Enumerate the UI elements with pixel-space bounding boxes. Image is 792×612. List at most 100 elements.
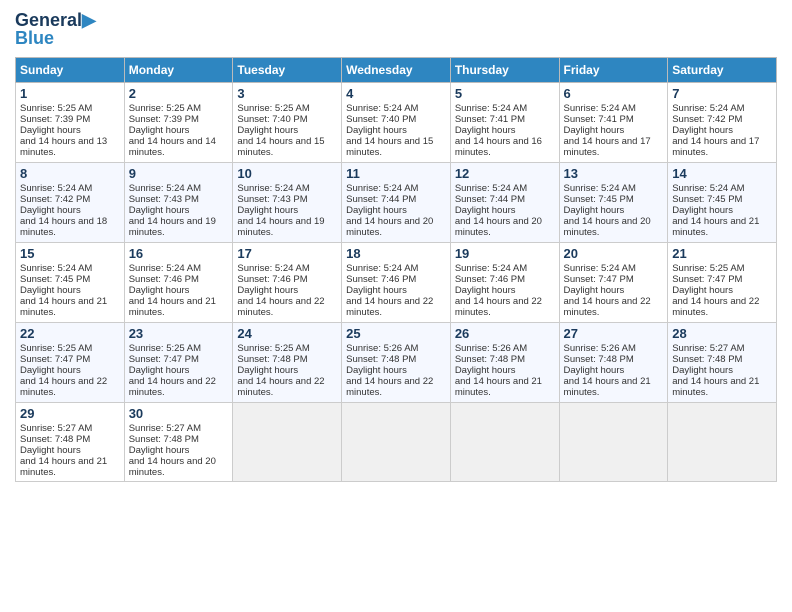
sunrise: Sunrise: 5:25 AM (20, 103, 92, 114)
calendar-cell (233, 402, 342, 481)
day-number: 26 (455, 326, 555, 341)
sunset: Sunset: 7:47 PM (129, 354, 199, 365)
daylight-value: and 14 hours and 22 minutes. (564, 296, 651, 318)
daylight-value: and 14 hours and 13 minutes. (20, 136, 107, 158)
calendar-cell: 29Sunrise: 5:27 AMSunset: 7:48 PMDayligh… (16, 402, 125, 481)
logo: General▶ Blue (15, 10, 96, 49)
sunrise: Sunrise: 5:25 AM (20, 343, 92, 354)
daylight-label: Daylight hours (564, 125, 625, 136)
day-number: 10 (237, 166, 337, 181)
sunrise: Sunrise: 5:27 AM (20, 423, 92, 434)
day-header: Thursday (450, 57, 559, 82)
sunrise: Sunrise: 5:24 AM (346, 183, 418, 194)
day-number: 27 (564, 326, 664, 341)
calendar-cell: 23Sunrise: 5:25 AMSunset: 7:47 PMDayligh… (124, 322, 233, 402)
sunset: Sunset: 7:48 PM (20, 434, 90, 445)
day-number: 8 (20, 166, 120, 181)
day-number: 25 (346, 326, 446, 341)
calendar-cell: 2Sunrise: 5:25 AMSunset: 7:39 PMDaylight… (124, 82, 233, 162)
daylight-label: Daylight hours (564, 365, 625, 376)
day-number: 19 (455, 246, 555, 261)
day-header: Sunday (16, 57, 125, 82)
daylight-label: Daylight hours (20, 125, 81, 136)
daylight-label: Daylight hours (455, 285, 516, 296)
daylight-label: Daylight hours (129, 205, 190, 216)
calendar-cell: 27Sunrise: 5:26 AMSunset: 7:48 PMDayligh… (559, 322, 668, 402)
sunrise: Sunrise: 5:25 AM (237, 103, 309, 114)
day-number: 2 (129, 86, 229, 101)
daylight-value: and 14 hours and 21 minutes. (20, 296, 107, 318)
day-number: 7 (672, 86, 772, 101)
sunrise: Sunrise: 5:24 AM (564, 183, 636, 194)
sunrise: Sunrise: 5:24 AM (672, 183, 744, 194)
calendar-cell: 16Sunrise: 5:24 AMSunset: 7:46 PMDayligh… (124, 242, 233, 322)
daylight-label: Daylight hours (455, 365, 516, 376)
day-number: 4 (346, 86, 446, 101)
day-number: 29 (20, 406, 120, 421)
sunrise: Sunrise: 5:25 AM (129, 343, 201, 354)
day-header: Friday (559, 57, 668, 82)
daylight-label: Daylight hours (564, 205, 625, 216)
sunrise: Sunrise: 5:24 AM (129, 263, 201, 274)
daylight-value: and 14 hours and 22 minutes. (455, 296, 542, 318)
daylight-value: and 14 hours and 20 minutes. (129, 456, 216, 478)
daylight-value: and 14 hours and 21 minutes. (672, 216, 759, 238)
calendar-cell: 30Sunrise: 5:27 AMSunset: 7:48 PMDayligh… (124, 402, 233, 481)
calendar-cell (450, 402, 559, 481)
sunset: Sunset: 7:44 PM (455, 194, 525, 205)
sunset: Sunset: 7:39 PM (129, 114, 199, 125)
header: General▶ Blue (15, 10, 777, 49)
daylight-value: and 14 hours and 15 minutes. (346, 136, 433, 158)
sunrise: Sunrise: 5:25 AM (237, 343, 309, 354)
daylight-label: Daylight hours (455, 205, 516, 216)
daylight-value: and 14 hours and 21 minutes. (564, 376, 651, 398)
daylight-label: Daylight hours (346, 125, 407, 136)
day-number: 24 (237, 326, 337, 341)
sunrise: Sunrise: 5:24 AM (20, 183, 92, 194)
calendar-cell: 12Sunrise: 5:24 AMSunset: 7:44 PMDayligh… (450, 162, 559, 242)
sunset: Sunset: 7:43 PM (129, 194, 199, 205)
day-number: 16 (129, 246, 229, 261)
calendar-cell: 25Sunrise: 5:26 AMSunset: 7:48 PMDayligh… (342, 322, 451, 402)
day-header: Monday (124, 57, 233, 82)
calendar-cell: 5Sunrise: 5:24 AMSunset: 7:41 PMDaylight… (450, 82, 559, 162)
day-number: 15 (20, 246, 120, 261)
sunset: Sunset: 7:47 PM (672, 274, 742, 285)
daylight-value: and 14 hours and 21 minutes. (455, 376, 542, 398)
daylight-value: and 14 hours and 19 minutes. (129, 216, 216, 238)
daylight-label: Daylight hours (672, 125, 733, 136)
day-number: 9 (129, 166, 229, 181)
daylight-label: Daylight hours (129, 285, 190, 296)
calendar-cell: 13Sunrise: 5:24 AMSunset: 7:45 PMDayligh… (559, 162, 668, 242)
sunset: Sunset: 7:46 PM (346, 274, 416, 285)
day-number: 21 (672, 246, 772, 261)
daylight-label: Daylight hours (129, 365, 190, 376)
daylight-label: Daylight hours (237, 205, 298, 216)
day-header: Tuesday (233, 57, 342, 82)
day-number: 1 (20, 86, 120, 101)
daylight-label: Daylight hours (20, 205, 81, 216)
calendar-cell: 7Sunrise: 5:24 AMSunset: 7:42 PMDaylight… (668, 82, 777, 162)
sunrise: Sunrise: 5:24 AM (455, 263, 527, 274)
daylight-value: and 14 hours and 17 minutes. (672, 136, 759, 158)
daylight-value: and 14 hours and 21 minutes. (129, 296, 216, 318)
daylight-value: and 14 hours and 22 minutes. (346, 376, 433, 398)
daylight-value: and 14 hours and 20 minutes. (455, 216, 542, 238)
sunrise: Sunrise: 5:24 AM (129, 183, 201, 194)
sunset: Sunset: 7:41 PM (455, 114, 525, 125)
sunset: Sunset: 7:44 PM (346, 194, 416, 205)
daylight-label: Daylight hours (564, 285, 625, 296)
calendar-cell: 21Sunrise: 5:25 AMSunset: 7:47 PMDayligh… (668, 242, 777, 322)
daylight-label: Daylight hours (20, 285, 81, 296)
sunset: Sunset: 7:41 PM (564, 114, 634, 125)
daylight-value: and 14 hours and 15 minutes. (237, 136, 324, 158)
calendar-cell: 28Sunrise: 5:27 AMSunset: 7:48 PMDayligh… (668, 322, 777, 402)
sunset: Sunset: 7:45 PM (672, 194, 742, 205)
calendar-cell: 4Sunrise: 5:24 AMSunset: 7:40 PMDaylight… (342, 82, 451, 162)
sunset: Sunset: 7:45 PM (20, 274, 90, 285)
sunset: Sunset: 7:46 PM (237, 274, 307, 285)
daylight-value: and 14 hours and 22 minutes. (237, 376, 324, 398)
day-number: 28 (672, 326, 772, 341)
calendar-cell: 1Sunrise: 5:25 AMSunset: 7:39 PMDaylight… (16, 82, 125, 162)
sunrise: Sunrise: 5:24 AM (346, 103, 418, 114)
